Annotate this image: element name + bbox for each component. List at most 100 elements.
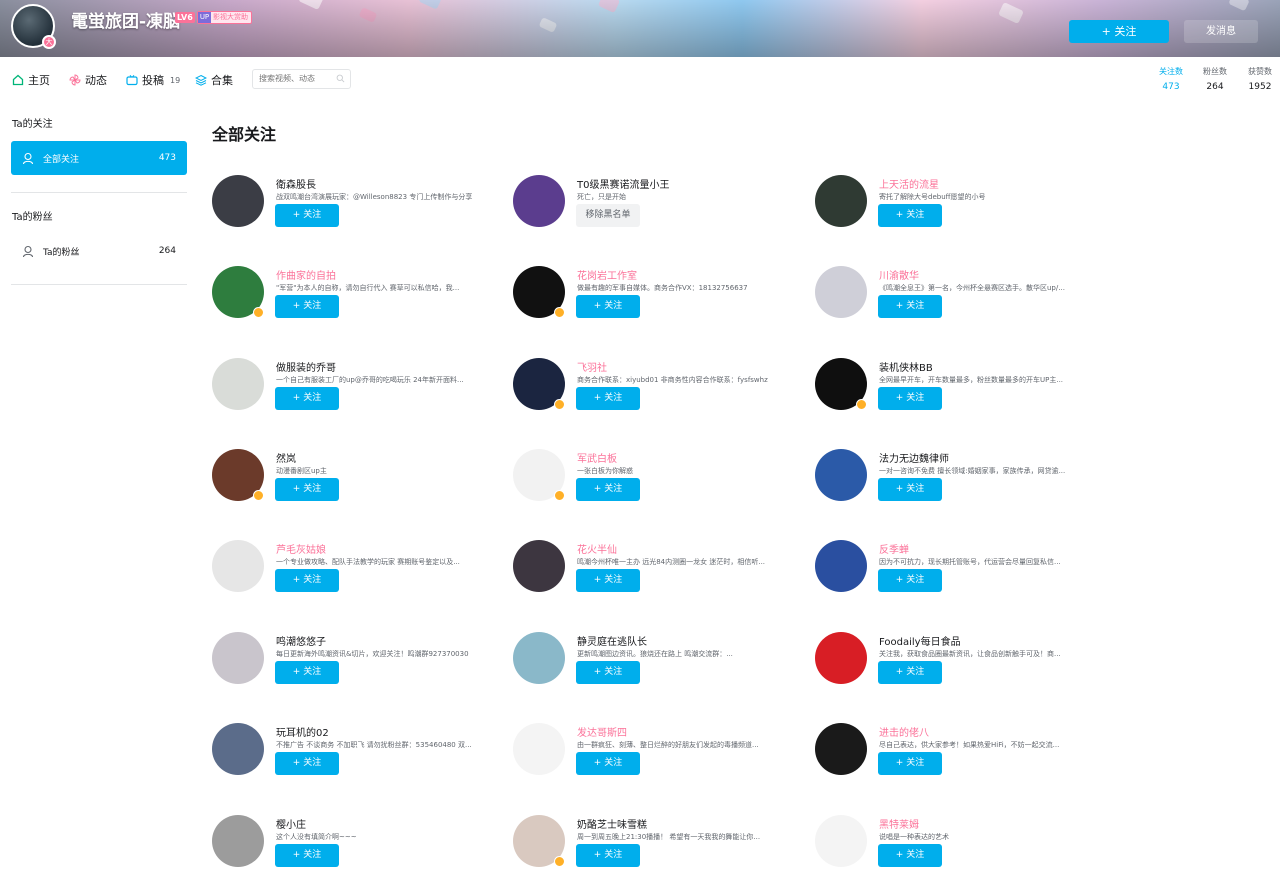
user-name[interactable]: 奶酪芝士味雪糕 [577,816,647,831]
sidebar-item-all-following[interactable]: 全部关注 473 [11,141,187,175]
follow-button[interactable]: + 关注 [1069,20,1169,43]
user-name[interactable]: 军武白板 [577,450,617,465]
user-name[interactable]: 衛森股長 [276,176,316,191]
follow-user-button[interactable]: + 关注 [878,752,942,775]
follow-user-button[interactable]: + 关注 [576,661,640,684]
follow-user-button[interactable]: + 关注 [275,569,339,592]
white-hair-girl-icon[interactable] [815,266,867,318]
triangle-logo-icon[interactable] [815,723,867,775]
user-name[interactable]: 装机侠林BB [879,359,933,374]
tab-uploads[interactable]: 投稿 19 [126,72,180,88]
message-button[interactable]: 发消息 [1184,20,1258,43]
user-name[interactable]: Foodaily每日食品 [879,633,961,648]
verified-badge-icon [253,490,264,501]
stat-fans[interactable]: 粉丝数 264 [1200,66,1230,92]
grey-anime-icon[interactable] [212,815,264,867]
follow-user-button[interactable]: + 关注 [275,295,339,318]
user-name[interactable]: 川渝散华 [879,267,919,282]
follow-user-button[interactable]: + 关注 [576,387,640,410]
unblock-button[interactable]: 移除黑名单 [576,204,640,227]
follow-user-button[interactable]: + 关注 [275,387,339,410]
user-name[interactable]: 发达哥斯四 [577,724,627,739]
tab-dynamic-label: 动态 [85,74,107,87]
lawyer-photo-icon[interactable] [815,449,867,501]
follow-card: 装机侠林BB 全网最早开车，开车数量最多，粉丝数量最多的开车UP主... + 关注 [815,358,1115,428]
stat-likes: 获赞数 1952 [1244,66,1276,92]
mic-man-icon[interactable] [815,815,867,867]
user-name[interactable]: 鸣潮悠悠子 [276,633,326,648]
user-name[interactable]: 玩耳机的02 [276,724,329,739]
user-sign: 因为不可抗力，现长期托管账号，代运营会尽量回复私信... [879,558,1061,566]
fans-icon [22,245,34,257]
follow-user-button[interactable]: + 关注 [878,387,942,410]
user-name[interactable]: 芦毛灰姑娘 [276,541,326,556]
sidebar-item-fans[interactable]: Ta的粉丝 264 [11,234,187,268]
stat-following[interactable]: 关注数 473 [1156,66,1186,92]
follow-user-button[interactable]: + 关注 [878,569,942,592]
follow-user-button[interactable]: + 关注 [275,844,339,867]
follow-user-button[interactable]: + 关注 [275,752,339,775]
user-name[interactable]: 法力无边魏律师 [879,450,949,465]
follow-card: 樱小庄 这个人没有填简介啊~~~ + 关注 [212,815,512,872]
user-name[interactable]: 黑特莱姆 [879,816,919,831]
search-input[interactable] [259,74,337,83]
silver-hair-girl-icon[interactable] [212,632,264,684]
follow-user-button[interactable]: + 关注 [576,752,640,775]
user-name[interactable]: 樱小庄 [276,816,306,831]
user-sign: 《鸣潮全息王》第一名，今州杯全悬赛区选手。散华区up/... [879,284,1065,292]
user-name[interactable]: 然岚 [276,450,296,465]
follow-user-button[interactable]: + 关注 [878,295,942,318]
user-name[interactable]: 静灵庭在逃队长 [577,633,647,648]
follow-user-button[interactable]: + 关注 [275,478,339,501]
follow-card: 军武白板 一张白板为你解惑 + 关注 [513,449,813,519]
user-name[interactable]: 做服装的乔哥 [276,359,336,374]
user-name[interactable]: 飞羽社 [577,359,607,374]
follow-user-button[interactable]: + 关注 [878,204,942,227]
user-sign: 全网最早开车，开车数量最多，粉丝数量最多的开车UP主... [879,376,1064,384]
follow-user-button[interactable]: + 关注 [576,478,640,501]
search-icon[interactable] [336,74,345,83]
user-name[interactable]: 进击的佬八 [879,724,929,739]
hat-girl-icon[interactable] [212,723,264,775]
tab-home[interactable]: 主页 [12,72,50,88]
follow-user-button[interactable]: + 关注 [576,569,640,592]
tab-collections[interactable]: 合集 [195,72,233,88]
follow-card: 静灵庭在逃队长 更新鸣潮图边资讯。狼烧还在路上 鸣潮交流群：... + 关注 [513,632,813,702]
user-name[interactable]: 反季蝉 [879,541,909,556]
sketch-girl-icon[interactable] [212,540,264,592]
hooded-boy-icon[interactable] [212,175,264,227]
follow-card: Foodaily每日食品 关注我，获取食品圈最新资讯，让食品创新触手可及！商...… [815,632,1115,702]
user-sign: 尽自己表达，供大家参考！如果热爱HiFi，不妨一起交流... [879,741,1060,749]
follow-user-button[interactable]: + 关注 [878,661,942,684]
follow-card: 花火半仙 鸣潮今州杯唯一主办 远光84内测圈一龙女 迷茫时，相信听... + 关注 [513,540,813,610]
fan-medal[interactable]: UP 影视大赏助 [197,11,252,24]
user-name[interactable]: 作曲家的自拍 [276,267,336,282]
cat-photo-icon[interactable] [212,358,264,410]
magazine-icon[interactable] [513,632,565,684]
user-sign: 动漫番剧区up主 [276,467,327,475]
profile-username: 電蛍旅团-凍脳 [71,12,181,32]
follow-card: 然岚动漫番剧区up主 + 关注 [212,449,512,519]
follow-user-button[interactable]: + 关注 [275,661,339,684]
follow-user-button[interactable]: + 关注 [576,844,640,867]
purple-mech-icon[interactable] [513,175,565,227]
sidebar-fans-header: Ta的粉丝 [12,212,53,223]
tab-home-label: 主页 [28,74,50,87]
user-name[interactable]: 上天活的流星 [879,176,939,191]
dark-hair-boy-icon[interactable] [513,540,565,592]
blue-sketch-icon[interactable] [815,540,867,592]
follow-user-button[interactable]: + 关注 [878,478,942,501]
profile-nav [0,57,1280,101]
foodaily-logo-icon[interactable] [815,632,867,684]
follow-user-button[interactable]: + 关注 [878,844,942,867]
follow-user-button[interactable]: + 关注 [275,204,339,227]
medal-icon: UP [198,12,211,23]
user-name[interactable]: 花火半仙 [577,541,617,556]
text-logo-icon[interactable] [513,723,565,775]
user-name[interactable]: T0级黑赛诺流量小王 [577,176,669,191]
dark-hair-girl-icon[interactable] [815,175,867,227]
follow-user-button[interactable]: + 关注 [576,295,640,318]
tab-dynamic[interactable]: 动态 [69,72,107,88]
follow-card: 川渝散华《鸣潮全息王》第一名，今州杯全悬赛区选手。散华区up/... + 关注 [815,266,1115,336]
user-name[interactable]: 花岗岩工作室 [577,267,637,282]
